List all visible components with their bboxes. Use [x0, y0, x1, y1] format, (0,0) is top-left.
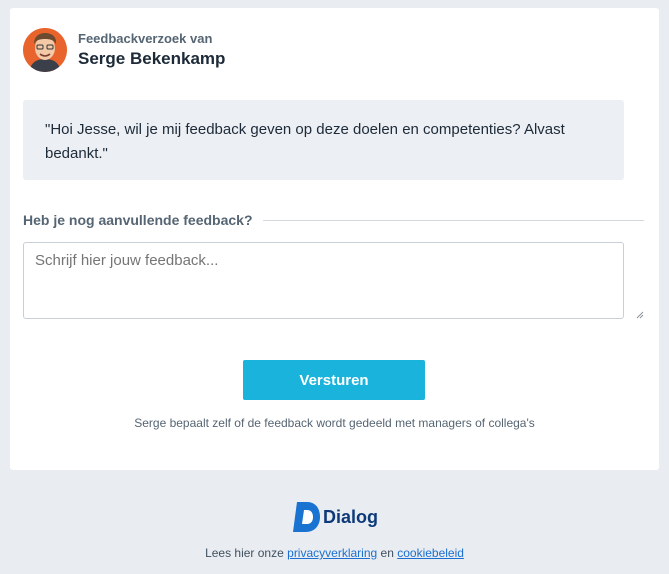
feedback-input[interactable]	[23, 242, 624, 319]
footer-links: Lees hier onze privacyverklaring en cook…	[0, 546, 669, 560]
sharing-notice: Serge bepaalt zelf of de feedback wordt …	[134, 416, 535, 430]
avatar	[23, 28, 67, 72]
request-header: Feedbackverzoek van Serge Bekenkamp	[23, 28, 225, 72]
footer-conjunction: en	[380, 546, 394, 560]
feedback-card	[10, 8, 659, 470]
feedback-label: Heb je nog aanvullende feedback?	[23, 212, 253, 228]
requester-name: Serge Bekenkamp	[78, 48, 226, 68]
dialog-logo: Dialog	[0, 500, 669, 534]
request-message: "Hoi Jesse, wil je mij feedback geven op…	[23, 100, 624, 180]
privacy-link[interactable]: privacyverklaring	[287, 546, 377, 560]
dialog-logo-icon	[292, 502, 320, 532]
request-subtitle: Feedbackverzoek van	[78, 30, 213, 46]
section-divider	[262, 219, 644, 221]
brand-name: Dialog	[322, 506, 378, 527]
send-button[interactable]: Versturen	[243, 360, 425, 400]
resize-grip-icon[interactable]	[636, 311, 644, 319]
feedback-section-header: Heb je nog aanvullende feedback?	[23, 212, 644, 228]
footer-prefix: Lees hier onze	[205, 546, 284, 560]
cookie-link[interactable]: cookiebeleid	[397, 546, 464, 560]
